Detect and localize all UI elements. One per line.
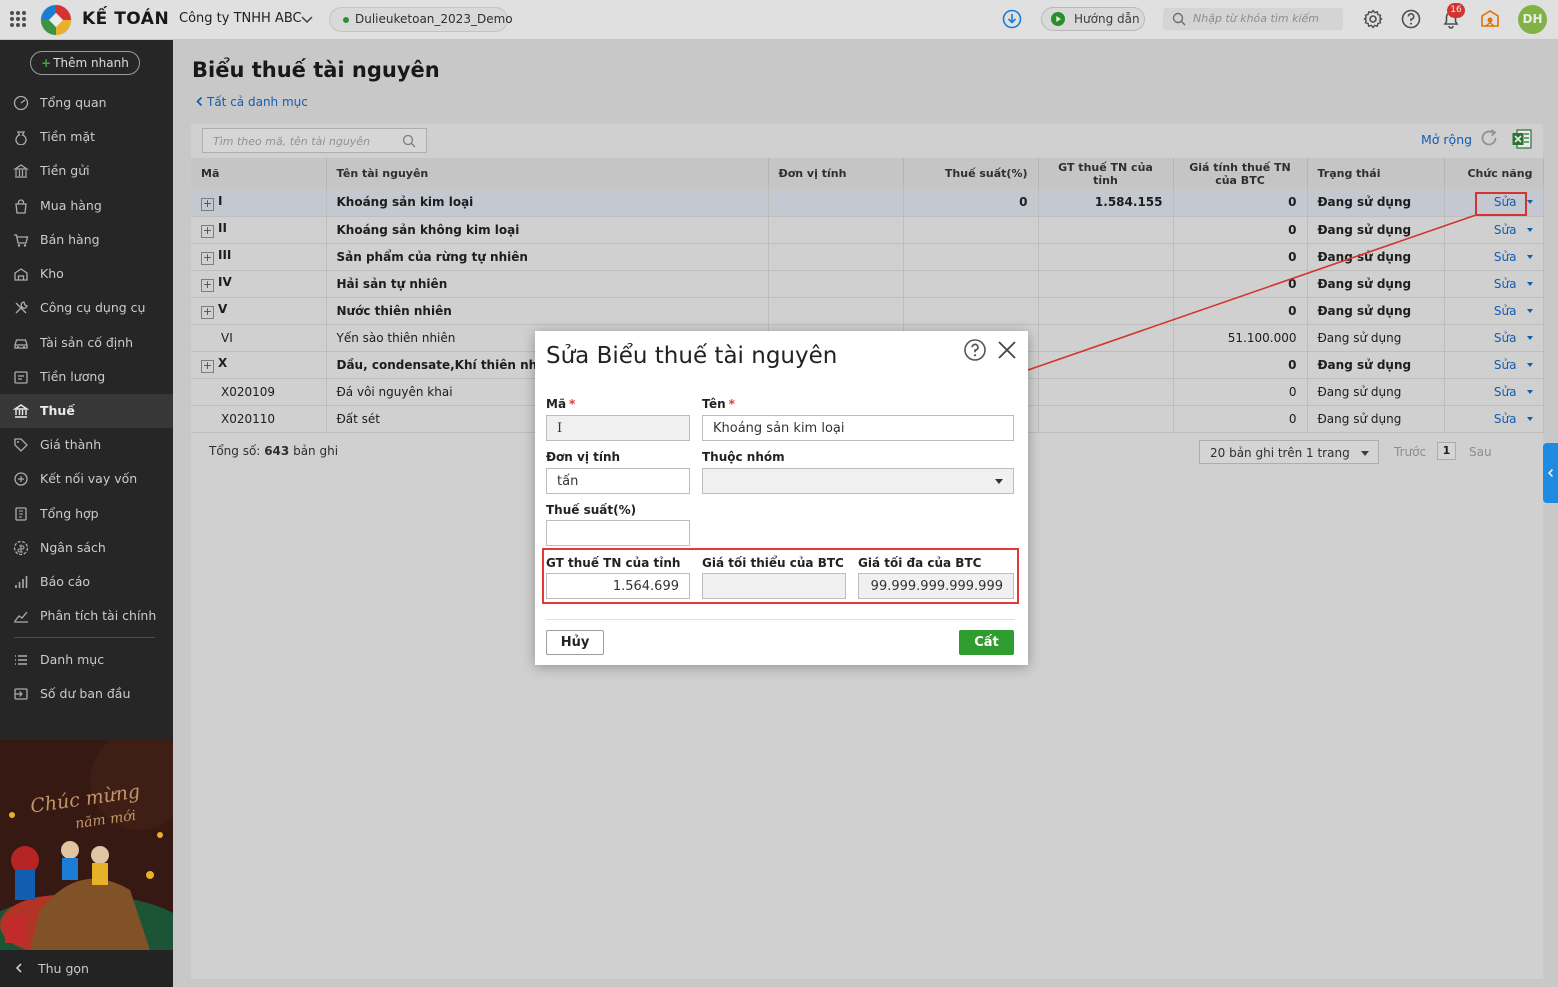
code-input[interactable]: I (546, 415, 690, 441)
max-price-label: Giá tối đa của BTC (858, 556, 982, 570)
rate-label: Thuế suất(%) (546, 503, 637, 517)
save-button[interactable]: Cất (959, 630, 1014, 655)
chevron-left-icon (1547, 468, 1554, 478)
edit-resource-tax-dialog: Sửa Biểu thuế tài nguyên Mã * I Tên * Khoá… (535, 331, 1028, 665)
min-price-label: Giá tối thiểu của BTC (702, 556, 844, 570)
group-select[interactable] (702, 468, 1014, 494)
side-panel-toggle[interactable] (1543, 443, 1558, 503)
max-price-input[interactable]: 99.999.999.999.999 (858, 573, 1014, 599)
cancel-button[interactable]: Hủy (546, 630, 604, 655)
name-input[interactable]: Khoáng sản kim loại (702, 415, 1014, 441)
province-value-label: GT thuế TN của tỉnh (546, 556, 681, 570)
dialog-title: Sửa Biểu thuế tài nguyên (546, 343, 838, 369)
province-value-input[interactable]: 1.564.699 (546, 573, 690, 599)
caret-down-icon (995, 479, 1003, 484)
name-label: Tên * (702, 397, 735, 411)
dialog-divider (546, 619, 1015, 620)
group-label: Thuộc nhóm (702, 450, 785, 464)
rate-input[interactable] (546, 520, 690, 546)
help-icon[interactable] (963, 338, 987, 362)
unit-label: Đơn vị tính (546, 450, 621, 464)
code-label: Mã * (546, 397, 576, 411)
min-price-input[interactable] (702, 573, 846, 599)
close-icon[interactable] (996, 339, 1018, 361)
unit-input[interactable]: tấn (546, 468, 690, 494)
